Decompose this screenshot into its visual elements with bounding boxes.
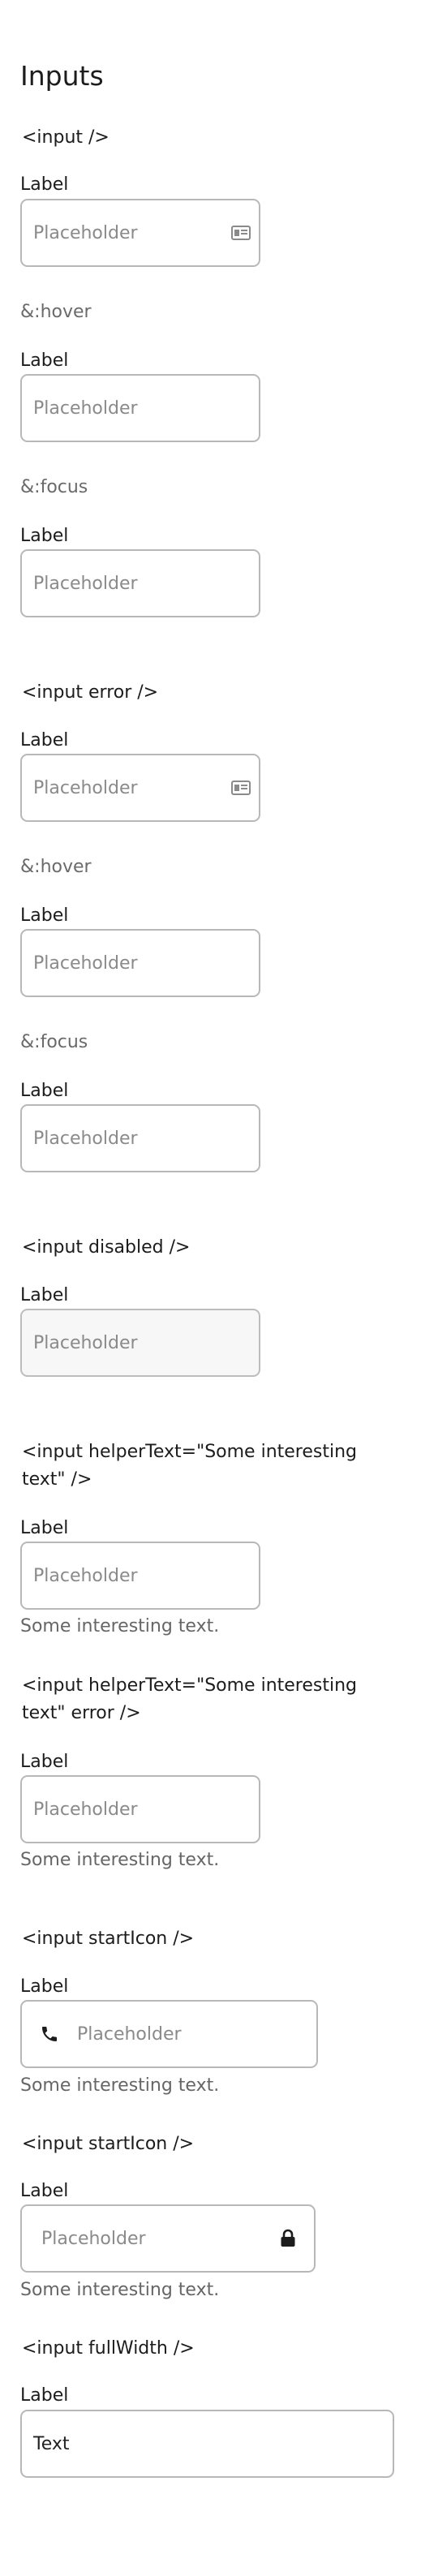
input-label: Label [20,1976,69,1997]
section-heading-start-icon: <input startIcon /> [22,1929,195,1949]
text-input-error-focus[interactable]: Placeholder [20,1104,260,1172]
section-heading-helper-text: <input helperText="Some interesting text… [22,1442,358,1490]
input-placeholder: Placeholder [33,1799,138,1820]
id-card-icon [231,780,251,796]
state-hover-label: &:hover [20,857,92,877]
helper-text: Some interesting text. [20,2280,220,2300]
input-label: Label [20,1081,69,1101]
id-card-icon [231,225,251,241]
section-heading-default: <input /> [22,127,110,148]
input-placeholder: Placeholder [33,1332,138,1353]
page-title: Inputs [20,60,104,92]
state-focus-label: &:focus [20,1032,88,1052]
input-placeholder: Placeholder [33,573,138,594]
section-heading-helper-text-error: <input helperText="Some interesting text… [22,1675,358,1723]
input-label: Label [20,1285,69,1305]
input-placeholder: Placeholder [33,1128,138,1149]
input-placeholder: Placeholder [33,1565,138,1586]
input-placeholder: Placeholder [41,2228,146,2249]
input-placeholder: Placeholder [33,398,138,419]
input-value: Text [33,2433,70,2454]
phone-icon [40,2024,59,2044]
helper-text: Some interesting text. [20,1616,220,1636]
text-input-hover[interactable]: Placeholder [20,374,260,442]
text-input-disabled: Placeholder [20,1309,260,1377]
input-label: Label [20,730,69,750]
input-label: Label [20,526,69,546]
input-label: Label [20,2181,69,2201]
text-input-start-icon[interactable]: Placeholder [20,2000,318,2068]
input-label: Label [20,174,69,195]
text-input-helper[interactable]: Placeholder [20,1542,260,1610]
section-heading-disabled: <input disabled /> [22,1237,191,1258]
input-label: Label [20,905,69,926]
state-focus-label: &:focus [20,477,88,497]
input-placeholder: Placeholder [33,222,138,243]
text-input-default[interactable]: Placeholder [20,199,260,267]
input-placeholder: Placeholder [77,2023,182,2045]
input-label: Label [20,2385,69,2406]
helper-text: Some interesting text. [20,2075,220,2096]
state-hover-label: &:hover [20,302,92,322]
section-heading-start-icon-lock: <input startIcon /> [22,2134,195,2154]
text-input-error[interactable]: Placeholder [20,754,260,822]
helper-text: Some interesting text. [20,1850,220,1870]
text-input-helper-error[interactable]: Placeholder [20,1775,260,1843]
input-placeholder: Placeholder [33,953,138,974]
text-input-lock-icon[interactable]: Placeholder [20,2204,316,2273]
text-input-full-width[interactable]: Text [20,2410,394,2478]
input-label: Label [20,1518,69,1538]
section-heading-error: <input error /> [22,682,159,703]
section-heading-full-width: <input fullWidth /> [22,2338,195,2359]
input-label: Label [20,350,69,371]
text-input-focus[interactable]: Placeholder [20,549,260,617]
lock-icon [280,2229,296,2248]
input-label: Label [20,1752,69,1772]
input-placeholder: Placeholder [33,777,138,798]
text-input-error-hover[interactable]: Placeholder [20,929,260,997]
